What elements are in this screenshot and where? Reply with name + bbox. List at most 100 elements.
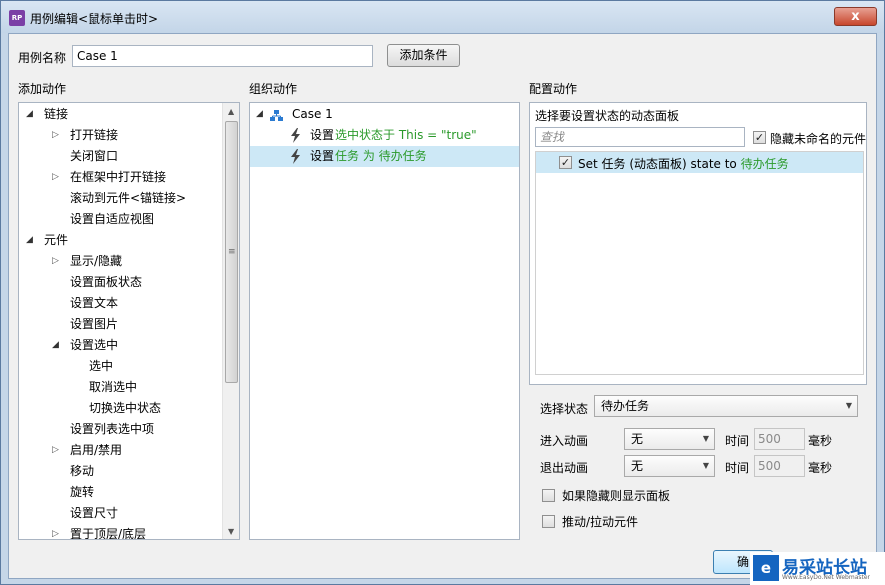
- action-row[interactable]: 设置 任务 为 待办任务: [250, 146, 519, 167]
- tree-item[interactable]: ◢ 元件: [19, 230, 221, 251]
- tree-item-label: 设置尺寸: [70, 506, 119, 520]
- hide-unnamed-checkbox[interactable]: ✓: [753, 131, 766, 144]
- tree-item[interactable]: ▷ 在框架中打开链接: [19, 167, 221, 188]
- tree-item[interactable]: 取消选中: [19, 377, 221, 398]
- exit-anim-select[interactable]: 无 ▼: [624, 455, 715, 477]
- tree-item-label: 滚动到元件<锚链接>: [70, 191, 187, 205]
- expand-open-icon[interactable]: ◢: [26, 230, 33, 251]
- tree-item[interactable]: 切换选中状态: [19, 398, 221, 419]
- add-actions-tree: ◢ 链接 ▷ 打开链接关闭窗口 ▷ 在框架中打开链接滚动到元件<锚链接> 设置自适应视图 ◢ 元…: [18, 102, 240, 540]
- tree-item-label: 移动: [70, 464, 95, 478]
- expand-closed-icon[interactable]: ▷: [52, 251, 59, 272]
- panel-item-state: 待办任务: [740, 157, 789, 171]
- expand-open-icon[interactable]: ◢: [26, 104, 33, 125]
- exit-anim-label: 退出动画: [540, 461, 589, 475]
- configure-panel-title: 选择要设置状态的动态面板: [535, 109, 680, 123]
- case-name-label: 用例名称: [18, 51, 67, 65]
- tree-item[interactable]: 设置尺寸: [19, 503, 221, 524]
- scroll-up-arrow-icon[interactable]: ▲: [228, 107, 234, 116]
- tree-item[interactable]: 设置文本: [19, 293, 221, 314]
- chevron-down-icon: ▼: [702, 461, 709, 470]
- tree-item-label: 打开链接: [70, 128, 119, 142]
- action-row[interactable]: 设置 选中状态于 This = "true": [250, 125, 519, 146]
- tree-item-label: 关闭窗口: [70, 149, 119, 163]
- enter-time-label: 时间: [725, 434, 750, 448]
- tree-item-label: 链接: [44, 107, 69, 121]
- organize-actions-panel: ◢ Case 1 设置 选中状态于 This = "true" 设置 任务 为 待办任…: [249, 102, 520, 540]
- panel-item-text: Set 任务 (动态面板) state to 待办任务: [578, 155, 789, 172]
- tree-item[interactable]: 设置自适应视图: [19, 209, 221, 230]
- tree-item[interactable]: 旋转: [19, 482, 221, 503]
- expand-open-icon[interactable]: ◢: [256, 104, 263, 125]
- tree-item[interactable]: ▷ 置于顶层/底层: [19, 524, 221, 540]
- tree-item-label: 元件: [44, 233, 69, 247]
- expand-closed-icon[interactable]: ▷: [52, 524, 59, 539]
- exit-ms-label: 毫秒: [808, 461, 833, 475]
- add-actions-heading: 添加动作: [18, 82, 67, 96]
- exit-time-input[interactable]: 500: [754, 455, 805, 477]
- add-condition-button[interactable]: 添加条件: [387, 44, 460, 67]
- title-bar[interactable]: RP 用例编辑<鼠标单击时> x: [1, 1, 884, 33]
- search-input[interactable]: 查找: [535, 127, 745, 147]
- panel-list-item[interactable]: ✓ Set 任务 (动态面板) state to 待办任务: [536, 152, 863, 173]
- checkmark-icon: ✓: [560, 156, 571, 169]
- tree-scrollbar[interactable]: ▲ ≡ ▼: [222, 103, 239, 539]
- watermark-subtext: Www.EasyDo.Net Webmaster: [782, 574, 871, 581]
- case-row[interactable]: ◢ Case 1: [250, 104, 519, 125]
- tree-item-label: 选中: [89, 359, 114, 373]
- enter-anim-value: 无: [631, 432, 644, 446]
- expand-closed-icon[interactable]: ▷: [52, 125, 59, 146]
- tree-item[interactable]: ▷ 显示/隐藏: [19, 251, 221, 272]
- tree-item[interactable]: ▷ 启用/禁用: [19, 440, 221, 461]
- close-button[interactable]: x: [834, 7, 877, 26]
- tree-item[interactable]: 设置面板状态: [19, 272, 221, 293]
- tree-item[interactable]: ◢ 设置选中: [19, 335, 221, 356]
- tree-item-label: 设置面板状态: [70, 275, 143, 289]
- expand-open-icon[interactable]: ◢: [52, 335, 59, 356]
- case-label: Case 1: [292, 107, 333, 121]
- dialog-client: 用例名称 Case 1 添加条件 添加动作 组织动作 配置动作 ◢ 链接 ▷ 打开链接…: [8, 33, 877, 579]
- enter-anim-select[interactable]: 无 ▼: [624, 428, 715, 450]
- push-pull-checkbox[interactable]: [542, 515, 555, 528]
- enter-time-input[interactable]: 500: [754, 428, 805, 450]
- exit-anim-value: 无: [631, 459, 644, 473]
- show-if-hidden-checkbox[interactable]: [542, 489, 555, 502]
- action-verb: 设置: [310, 149, 335, 163]
- tree-item-label: 设置选中: [70, 338, 119, 352]
- tree-item-label: 设置列表选中项: [70, 422, 155, 436]
- tree-item-label: 启用/禁用: [70, 443, 123, 457]
- lightning-icon: [290, 149, 301, 171]
- tree-item-label: 置于顶层/底层: [70, 527, 147, 540]
- watermark: e 易采站长站 Www.EasyDo.Net Webmaster: [750, 552, 885, 585]
- case-name-input[interactable]: Case 1: [72, 45, 373, 67]
- app-icon: RP: [9, 10, 25, 26]
- enter-anim-label: 进入动画: [540, 434, 589, 448]
- checkmark-icon: ✓: [754, 131, 765, 144]
- tree-item[interactable]: ◢ 链接: [19, 104, 221, 125]
- tree-item-label: 设置自适应视图: [70, 212, 155, 226]
- tree-item[interactable]: 设置图片: [19, 314, 221, 335]
- organize-actions-heading: 组织动作: [249, 82, 298, 96]
- tree-item[interactable]: 移动: [19, 461, 221, 482]
- action-detail: 任务 为 待办任务: [335, 149, 427, 163]
- tree-item[interactable]: 选中: [19, 356, 221, 377]
- tree-item[interactable]: 关闭窗口: [19, 146, 221, 167]
- chevron-down-icon: ▼: [845, 401, 852, 410]
- tree-item-label: 设置文本: [70, 296, 119, 310]
- expand-closed-icon[interactable]: ▷: [52, 440, 59, 461]
- tree-item[interactable]: 滚动到元件<锚链接>: [19, 188, 221, 209]
- panel-item-checkbox[interactable]: ✓: [559, 156, 572, 169]
- hide-unnamed-label: 隐藏未命名的元件: [770, 132, 867, 146]
- expand-closed-icon[interactable]: ▷: [52, 167, 59, 188]
- tree-item[interactable]: ▷ 打开链接: [19, 125, 221, 146]
- exit-time-label: 时间: [725, 461, 750, 475]
- scroll-down-arrow-icon[interactable]: ▼: [228, 527, 234, 536]
- tree-item[interactable]: 设置列表选中项: [19, 419, 221, 440]
- chevron-down-icon: ▼: [702, 434, 709, 443]
- dialog-window: RP 用例编辑<鼠标单击时> x 用例名称 Case 1 添加条件 添加动作 组…: [0, 0, 885, 585]
- tree-item-label: 设置图片: [70, 317, 119, 331]
- state-select[interactable]: 待办任务 ▼: [594, 395, 858, 417]
- scroll-grip-icon: ≡: [228, 247, 236, 257]
- tree-item-label: 在框架中打开链接: [70, 170, 167, 184]
- state-select-value: 待办任务: [601, 399, 650, 413]
